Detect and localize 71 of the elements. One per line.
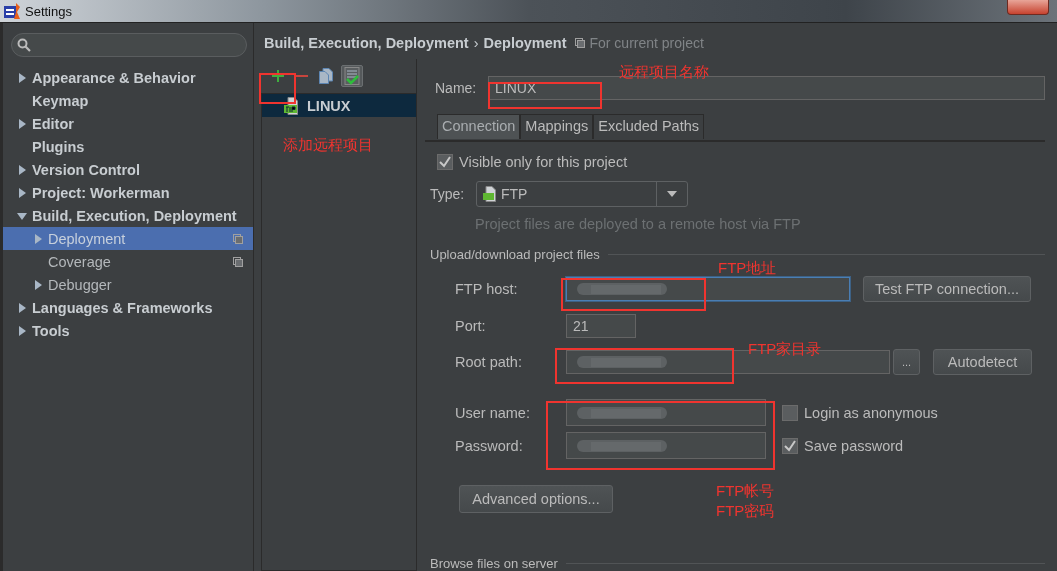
annotation-text: FTP地址 [718, 259, 777, 277]
settings-tree-item[interactable]: Project: Workerman [3, 181, 253, 204]
window-title: Settings [25, 3, 72, 19]
close-button[interactable] [1007, 0, 1049, 15]
input-field[interactable] [566, 432, 766, 459]
checkbox[interactable]: Login as anonymous [782, 404, 938, 421]
settings-tree-item[interactable]: Deployment [3, 227, 253, 250]
field-label: Port: [455, 318, 487, 334]
checked-document-icon [344, 67, 360, 85]
collapsed-arrow-icon [33, 279, 43, 290]
test-connection-button[interactable]: Test FTP connection... [863, 276, 1031, 302]
collapsed-arrow-icon [17, 164, 27, 175]
breadcrumb-separator: › [473, 34, 479, 51]
copy-button[interactable] [317, 65, 335, 87]
copy-icon [319, 68, 333, 84]
collapsed-arrow-icon [17, 302, 27, 313]
highlight-box [259, 73, 296, 104]
check-mark-icon [783, 438, 797, 453]
plus-icon [271, 69, 285, 83]
input-field[interactable]: 21 [566, 314, 636, 338]
collapsed-arrow-icon [17, 72, 27, 83]
settings-tree-item[interactable]: Debugger [3, 273, 253, 296]
advanced-options-button[interactable]: Advanced options... [459, 485, 613, 513]
section-title: Upload/download project files [430, 246, 600, 262]
checkbox[interactable]: Save password [782, 437, 904, 454]
settings-tree-item[interactable]: Plugins [3, 135, 253, 158]
input-field[interactable] [566, 277, 850, 301]
settings-tree-item[interactable]: Version Control [3, 158, 253, 181]
tab[interactable]: Connection [437, 114, 521, 139]
tab[interactable]: Excluded Paths [593, 114, 704, 139]
settings-tree-item[interactable]: Languages & Frameworks [3, 296, 253, 319]
section-title: Browse files on server [430, 555, 558, 571]
app-logo-icon [3, 2, 21, 20]
collapsed-arrow-icon [17, 118, 27, 129]
collapsed-arrow-icon [33, 233, 43, 244]
settings-tree-item[interactable]: Coverage [3, 250, 253, 273]
scope-label: For current project [589, 34, 704, 51]
field-label: Root path: [455, 354, 523, 370]
checkbox[interactable]: Visible only for this project [437, 154, 628, 170]
type-dropdown[interactable]: FTP [476, 181, 688, 207]
settings-tree-item[interactable]: Keymap [3, 89, 253, 112]
annotation-text: FTP密码 [716, 502, 775, 520]
collapsed-arrow-icon [17, 325, 27, 336]
annotation-text: 添加远程项目 [283, 136, 373, 154]
breadcrumb-item: Deployment [483, 34, 567, 51]
annotation-text: FTP家目录 [748, 340, 822, 358]
settings-tree-item[interactable]: Tools [3, 319, 253, 342]
check-mark-icon [438, 155, 452, 169]
field-label: Name: [435, 80, 478, 96]
expanded-arrow-icon [17, 210, 27, 221]
field-label: Password: [455, 437, 524, 454]
search-icon [17, 38, 31, 52]
ftp-file-icon [483, 186, 497, 202]
search-field[interactable] [11, 33, 247, 57]
default-server-button[interactable] [341, 65, 363, 87]
breadcrumb-item: Build, Execution, Deployment [264, 34, 469, 51]
settings-tree-item[interactable]: Editor [3, 112, 253, 135]
annotation-text: FTP帐号 [716, 482, 775, 500]
settings-tree-item[interactable]: Build, Execution, Deployment [3, 204, 253, 227]
input-field[interactable] [566, 399, 766, 426]
collapsed-arrow-icon [17, 187, 27, 198]
field-label: Type: [430, 186, 466, 202]
field-label: User name: [455, 404, 531, 421]
project-scope-icon [575, 37, 586, 48]
settings-tree-item[interactable]: Appearance & Behavior [3, 66, 253, 89]
tab[interactable]: Mappings [520, 114, 594, 139]
field-label: FTP host: [455, 281, 519, 297]
dropdown-arrow-icon [667, 191, 677, 197]
autodetect-button[interactable]: Autodetect [933, 349, 1032, 375]
server-item[interactable]: LINUX [262, 94, 416, 117]
browse-button[interactable]: ... [893, 349, 920, 375]
